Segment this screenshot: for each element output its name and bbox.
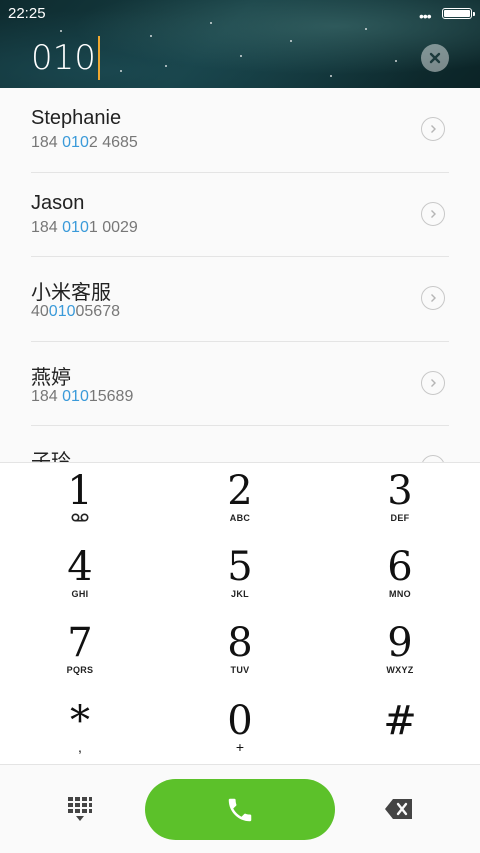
contact-number: 184 01015689 [31, 387, 134, 405]
background-star [150, 35, 152, 37]
contact-detail-button[interactable] [421, 201, 445, 226]
status-more-icon: ••• [419, 8, 432, 24]
dialer-header: 22:25 ••• 010 [0, 0, 480, 88]
chevron-right-icon [431, 294, 436, 302]
key-star[interactable]: * , [0, 695, 160, 771]
key-digit: 8 [227, 620, 253, 666]
key-digit: 5 [227, 544, 253, 590]
key-letters: MNO [389, 589, 411, 599]
contact-row[interactable]: 子玲 [31, 426, 449, 462]
background-star [395, 60, 397, 62]
key-3[interactable]: 3 DEF [320, 465, 480, 541]
dial-number-text: 010 [31, 38, 96, 78]
key-letters: WXYZ [386, 665, 414, 675]
key-0[interactable]: 0 + [160, 695, 320, 771]
contact-detail-button[interactable] [421, 370, 445, 395]
contact-detail-button[interactable] [421, 117, 445, 141]
battery-icon [442, 8, 475, 19]
key-letters: JKL [231, 589, 249, 599]
contact-row[interactable]: Stephanie 184 0102 4685 [31, 88, 449, 173]
contact-name: 子玲 [31, 449, 71, 462]
contact-row[interactable]: 小米客服 4001005678 [31, 257, 449, 342]
dialpad-grid-icon [68, 797, 92, 821]
background-star [365, 28, 367, 30]
dial-number-input[interactable]: 010 [31, 36, 100, 80]
key-letters: TUV [230, 665, 250, 675]
key-digit: * [70, 698, 90, 744]
backspace-button[interactable] [384, 798, 414, 820]
contact-detail-button[interactable] [421, 455, 445, 462]
background-star [290, 40, 292, 42]
key-9[interactable]: 9 WXYZ [320, 617, 480, 693]
key-digit: # [383, 698, 417, 744]
key-digit: 3 [387, 468, 413, 514]
clear-icon [429, 52, 441, 64]
key-1[interactable]: 1 [0, 465, 160, 541]
key-hash[interactable]: # [320, 695, 480, 771]
text-cursor [97, 36, 100, 80]
key-2[interactable]: 2 ABC [160, 465, 320, 541]
key-plus-symbol: + [235, 739, 245, 755]
background-star [165, 65, 167, 67]
call-button[interactable] [145, 779, 335, 840]
phone-icon [228, 798, 252, 821]
background-star [240, 55, 242, 57]
contact-name: Jason [31, 191, 85, 214]
dialpad-toggle-button[interactable] [67, 796, 93, 822]
contact-name: 燕婷 [31, 364, 71, 389]
key-pause-symbol: , [78, 739, 82, 755]
key-letters: DEF [390, 513, 410, 523]
chevron-right-icon [431, 209, 436, 218]
contact-number: 4001005678 [31, 303, 120, 320]
key-8[interactable]: 8 TUV [160, 617, 320, 693]
chevron-right-icon [431, 378, 436, 387]
dial-keypad: 1 2 ABC 3 DEF 4 GHI 5 JKL 6 MNO 7 PQRS 8… [0, 462, 480, 764]
background-star [330, 75, 332, 77]
contact-match-list[interactable]: Stephanie 184 0102 4685 Jason 184 0101 0… [0, 88, 480, 462]
key-4[interactable]: 4 GHI [0, 541, 160, 617]
key-digit: 7 [67, 620, 93, 666]
key-letters: PQRS [66, 665, 94, 675]
contact-number: 184 0101 0029 [31, 218, 138, 236]
key-digit: 0 [227, 698, 253, 744]
backspace-icon [385, 799, 412, 819]
key-7[interactable]: 7 PQRS [0, 617, 160, 693]
background-star [60, 30, 62, 32]
key-5[interactable]: 5 JKL [160, 541, 320, 617]
dialer-action-bar [0, 764, 480, 853]
background-star [120, 70, 122, 72]
contact-detail-button[interactable] [421, 286, 445, 310]
contact-row[interactable]: Jason 184 0101 0029 [31, 173, 449, 257]
status-time: 22:25 [8, 5, 46, 22]
key-digit: 9 [387, 620, 413, 666]
background-star [210, 22, 212, 24]
voicemail-icon [71, 513, 89, 522]
chevron-right-icon [431, 125, 436, 133]
key-digit: 4 [67, 544, 93, 590]
contact-name: Stephanie [31, 107, 122, 129]
key-digit: 6 [387, 544, 413, 590]
clear-input-button[interactable] [421, 44, 449, 72]
contact-number: 184 0102 4685 [31, 134, 138, 151]
key-6[interactable]: 6 MNO [320, 541, 480, 617]
contact-row[interactable]: 燕婷 184 01015689 [31, 342, 449, 426]
key-letters: GHI [71, 589, 89, 599]
contact-name: 小米客服 [31, 280, 111, 304]
key-digit: 2 [227, 468, 253, 514]
key-digit: 1 [67, 468, 93, 514]
key-letters: ABC [229, 513, 251, 523]
